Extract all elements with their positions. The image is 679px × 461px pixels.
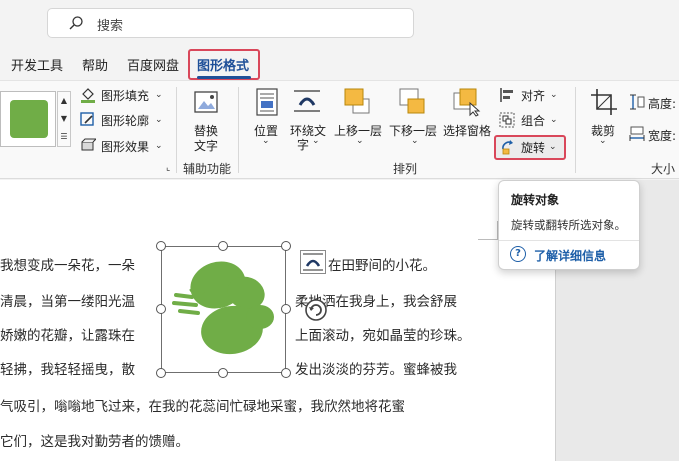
chevron-down-icon[interactable]: ⌄ xyxy=(549,142,557,152)
leaf-shape-graphic xyxy=(172,261,274,355)
search-placeholder: 搜索 xyxy=(97,19,124,34)
group-label-size: 大小 xyxy=(651,162,676,176)
chevron-down-icon[interactable]: ⌄ xyxy=(155,141,163,151)
group-label-arrange: 排列 xyxy=(393,162,418,176)
doc-line-1-left: 我想变成一朵花，一朵 xyxy=(0,258,135,274)
height-label: 高度: xyxy=(648,97,677,111)
search-box[interactable]: 搜索 xyxy=(47,8,414,38)
active-tab-underline xyxy=(197,76,251,79)
tooltip-divider xyxy=(499,240,639,241)
pencil-icon xyxy=(80,112,94,126)
resize-handle-top-left[interactable] xyxy=(156,241,166,251)
layout-options-button[interactable] xyxy=(300,250,326,274)
style-gallery-scroll[interactable]: ▲ ▼ ☰ xyxy=(57,91,71,147)
word-window: 搜索 开发工具 帮助 百度网盘 图形格式 ▲ ▼ ☰ 图形填充 ⌄ 图形轮廓 ⌄… xyxy=(0,0,679,461)
chevron-down-icon[interactable]: ⌄ xyxy=(599,136,607,146)
doc-line-3-left: 娇嫩的花瓣，让露珠在 xyxy=(0,328,135,344)
layout-options-icon xyxy=(303,253,323,271)
resize-handle-right[interactable] xyxy=(281,304,291,314)
shape-style-preview xyxy=(10,100,48,138)
rotate-button[interactable]: 旋转 xyxy=(521,139,545,156)
width-label: 宽度: xyxy=(648,129,677,143)
rotate-icon xyxy=(502,140,513,155)
alt-text-label-2[interactable]: 文字 xyxy=(194,137,218,154)
tab-help[interactable]: 帮助 xyxy=(82,55,108,74)
chevron-down-icon[interactable]: ⌄ xyxy=(411,136,419,146)
margin-corner-mark xyxy=(478,221,498,240)
chevron-up-icon[interactable]: ▲ xyxy=(58,92,70,110)
tab-baidu-netdisk[interactable]: 百度网盘 xyxy=(127,55,179,74)
wrap-text-label-2[interactable]: 字 xyxy=(297,136,309,153)
height-icon xyxy=(630,94,645,110)
selection-pane-icon xyxy=(453,88,481,117)
learn-more-link[interactable]: 了解详细信息 xyxy=(534,247,606,264)
chevron-down-icon[interactable]: ⌄ xyxy=(356,136,364,146)
doc-line-1-right: 在田野间的小花。 xyxy=(328,258,436,274)
doc-line-2-left: 清晨，当第一缕阳光温 xyxy=(0,294,135,310)
more-icon[interactable]: ☰ xyxy=(58,128,70,146)
help-icon[interactable]: ? xyxy=(510,246,526,262)
group-separator xyxy=(238,87,239,173)
doc-line-3-right: 上面滚动，宛如晶莹的珍珠。 xyxy=(295,328,471,344)
selected-picture[interactable] xyxy=(161,246,286,373)
title-bar: 搜索 xyxy=(0,0,679,48)
shape-style-gallery-item[interactable] xyxy=(0,91,56,147)
resize-handle-top-right[interactable] xyxy=(281,241,291,251)
width-icon xyxy=(629,126,645,141)
chevron-down-icon[interactable]: ⌄ xyxy=(262,136,270,146)
resize-handle-bottom-right[interactable] xyxy=(281,368,291,378)
wrap-text-icon xyxy=(294,90,320,112)
group-button[interactable]: 组合 xyxy=(521,112,545,129)
dialog-launcher-icon[interactable]: ⌞ xyxy=(166,163,170,173)
doc-line-4-right: 发出淡淡的芬芳。蜜蜂被我 xyxy=(295,362,457,378)
doc-line-6: 它们，这是我对勤劳者的馈赠。 xyxy=(0,434,189,450)
position-icon xyxy=(256,88,278,116)
resize-handle-bottom[interactable] xyxy=(218,368,228,378)
shape-outline-button[interactable]: 图形轮廓 xyxy=(101,112,149,129)
doc-line-5: 气吸引，嗡嗡地飞过来，在我的花蕊间忙碌地采蜜，我欣然地将花蜜 xyxy=(0,399,405,415)
bring-forward-icon xyxy=(344,88,370,114)
chevron-down-icon[interactable]: ⌄ xyxy=(312,136,320,146)
chevron-down-icon[interactable]: ▼ xyxy=(58,110,70,128)
align-icon xyxy=(500,88,513,102)
crop-icon xyxy=(591,89,617,115)
shape-fill-button[interactable]: 图形填充 xyxy=(101,87,149,104)
rotate-tooltip: 旋转对象 旋转或翻转所选对象。 ? 了解详细信息 xyxy=(498,180,640,270)
group-label-accessibility: 辅助功能 xyxy=(183,162,232,176)
group-separator xyxy=(575,87,576,173)
tooltip-title: 旋转对象 xyxy=(511,193,560,207)
rotate-handle-icon[interactable] xyxy=(303,297,329,323)
tab-developer[interactable]: 开发工具 xyxy=(11,55,63,74)
resize-handle-left[interactable] xyxy=(156,304,166,314)
chevron-down-icon[interactable]: ⌄ xyxy=(550,115,558,125)
group-icon xyxy=(499,112,515,128)
doc-line-4-left: 轻拂，我轻轻摇曳，散 xyxy=(0,362,135,378)
paint-bucket-icon xyxy=(81,88,95,103)
ribbon: ▲ ▼ ☰ 图形填充 ⌄ 图形轮廓 ⌄ 图形效果 ⌄ ⌞ 替换 文字 辅助功能 … xyxy=(0,80,679,179)
selection-pane-button[interactable]: 选择窗格 xyxy=(443,122,491,139)
send-backward-icon xyxy=(399,88,425,114)
chevron-down-icon[interactable]: ⌄ xyxy=(155,90,163,100)
tooltip-description: 旋转或翻转所选对象。 xyxy=(511,218,626,232)
group-separator xyxy=(176,87,177,173)
resize-handle-top[interactable] xyxy=(218,241,228,251)
search-icon xyxy=(69,16,83,30)
alt-text-icon xyxy=(194,91,218,113)
ribbon-tabs: 开发工具 帮助 百度网盘 图形格式 xyxy=(0,48,679,80)
chevron-down-icon[interactable]: ⌄ xyxy=(550,90,558,100)
align-button[interactable]: 对齐 xyxy=(521,87,545,104)
resize-handle-bottom-left[interactable] xyxy=(156,368,166,378)
tab-shape-format[interactable]: 图形格式 xyxy=(197,55,249,74)
shape-effects-button[interactable]: 图形效果 xyxy=(101,138,149,155)
shape-effects-icon xyxy=(81,138,96,151)
chevron-down-icon[interactable]: ⌄ xyxy=(155,115,163,125)
